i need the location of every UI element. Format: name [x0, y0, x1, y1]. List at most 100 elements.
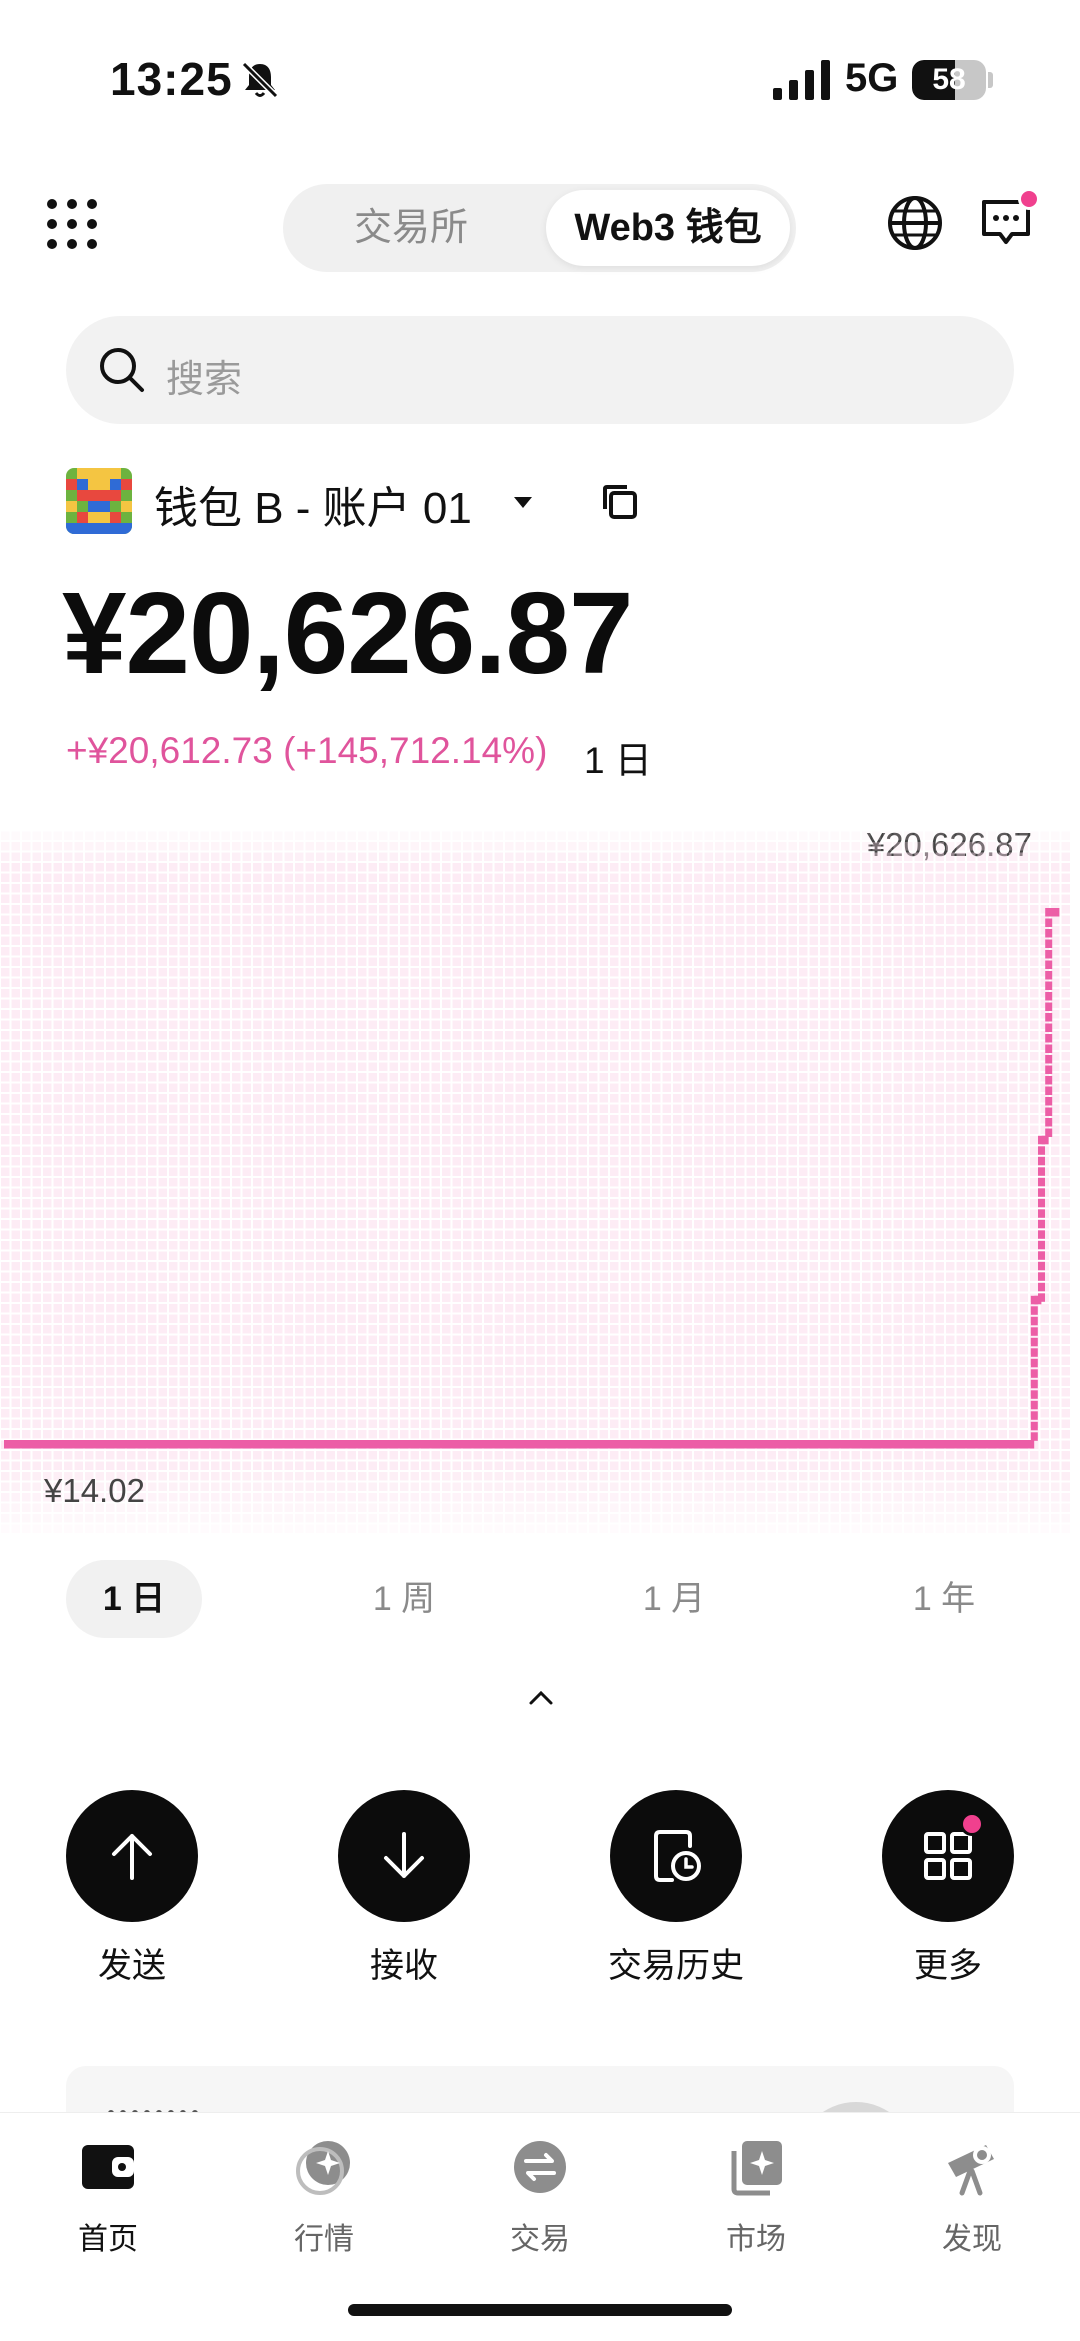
- chart-grid-cell: [95, 1199, 104, 1208]
- chart-grid-cell: [988, 1094, 997, 1103]
- chart-grid-cell: [85, 1062, 94, 1071]
- chart-grid-cell: [977, 1283, 986, 1292]
- chart-grid-cell: [473, 831, 482, 840]
- chart-grid-cell: [484, 1325, 493, 1334]
- chart-grid-cell: [284, 1325, 293, 1334]
- chart-grid-cell: [179, 1010, 188, 1019]
- chart-grid-cell: [1009, 936, 1018, 945]
- chart-grid-cell: [872, 936, 881, 945]
- chart-grid-cell: [956, 989, 965, 998]
- chart-grid-cell: [830, 873, 839, 882]
- chart-grid-cell: [988, 1052, 997, 1061]
- grid-menu-icon[interactable]: [44, 196, 100, 252]
- chart-grid-cell: [725, 1304, 734, 1313]
- globe-icon[interactable]: [886, 194, 944, 252]
- chart-grid-cell: [431, 947, 440, 956]
- chart-grid-cell: [694, 831, 703, 840]
- account-dropdown-icon[interactable]: [512, 494, 534, 510]
- chart-grid-cell: [116, 1062, 125, 1071]
- chart-grid-cell: [169, 1241, 178, 1250]
- tab-web3-wallet[interactable]: Web3 钱包: [546, 190, 790, 266]
- chart-grid-cell: [64, 915, 73, 924]
- chart-grid-cell: [295, 1094, 304, 1103]
- chart-grid-cell: [295, 936, 304, 945]
- chart-grid-cell: [64, 842, 73, 851]
- chart-grid-cell: [589, 852, 598, 861]
- chart-grid-cell: [200, 999, 209, 1008]
- chart-grid-cell: [431, 1199, 440, 1208]
- chart-grid-cell: [274, 852, 283, 861]
- chart-grid-cell: [358, 852, 367, 861]
- chart-grid-cell: [316, 1230, 325, 1239]
- chart-grid-cell: [893, 1104, 902, 1113]
- chart-grid-cell: [557, 1062, 566, 1071]
- chart-grid-cell: [400, 1283, 409, 1292]
- chart-grid-cell: [190, 1188, 199, 1197]
- balance-chart[interactable]: [0, 820, 1080, 1540]
- chart-grid-cell: [505, 1230, 514, 1239]
- chart-grid-cell: [494, 1094, 503, 1103]
- chart-grid-cell: [11, 936, 20, 945]
- chart-grid-cell: [536, 905, 545, 914]
- chart-grid-cell: [32, 863, 41, 872]
- chart-grid-cell: [1051, 957, 1060, 966]
- chart-grid-cell: [830, 852, 839, 861]
- chart-grid-cell: [851, 1052, 860, 1061]
- chart-grid-cell: [95, 1094, 104, 1103]
- chart-grid-cell: [662, 1104, 671, 1113]
- chart-grid-cell: [715, 1304, 724, 1313]
- chart-grid-cell: [400, 1293, 409, 1302]
- chart-grid-cell: [788, 968, 797, 977]
- chart-grid-cell: [652, 1241, 661, 1250]
- chart-grid-cell: [137, 1041, 146, 1050]
- chart-grid-cell: [1, 1241, 10, 1250]
- copy-address-icon[interactable]: [600, 482, 640, 522]
- search-bar[interactable]: 搜索: [66, 316, 1014, 424]
- chart-grid-cell: [158, 894, 167, 903]
- chart-grid-cell: [358, 1083, 367, 1092]
- chart-grid-cell: [53, 1125, 62, 1134]
- chart-grid-cell: [32, 936, 41, 945]
- chart-grid-cell: [410, 1230, 419, 1239]
- chart-grid-cell: [179, 1020, 188, 1029]
- chart-grid-cell: [862, 1304, 871, 1313]
- chart-grid-cell: [368, 1304, 377, 1313]
- chart-grid-cell: [284, 1115, 293, 1124]
- chart-grid-cell: [673, 873, 682, 882]
- chart-grid-cell: [767, 1325, 776, 1334]
- chart-grid-cell: [347, 873, 356, 882]
- chart-grid-cell: [295, 1230, 304, 1239]
- chart-grid-cell: [830, 1136, 839, 1145]
- chart-grid-cell: [400, 894, 409, 903]
- chart-grid-cell: [116, 1230, 125, 1239]
- chart-grid-cell: [610, 1230, 619, 1239]
- chart-grid-cell: [631, 1125, 640, 1134]
- wallet-avatar[interactable]: [66, 468, 132, 534]
- chart-grid-cell: [431, 1335, 440, 1344]
- chart-grid-cell: [274, 1010, 283, 1019]
- chart-grid-cell: [326, 1104, 335, 1113]
- chart-grid-cell: [85, 842, 94, 851]
- chart-grid-cell: [683, 1335, 692, 1344]
- chart-grid-cell: [316, 1094, 325, 1103]
- chart-grid-cell: [494, 978, 503, 987]
- account-name[interactable]: 钱包 B - 账户 01: [154, 472, 472, 536]
- chart-grid-cell: [169, 1325, 178, 1334]
- chart-grid-cell: [1040, 1325, 1049, 1334]
- chart-grid-cell: [862, 1272, 871, 1281]
- chart-grid-cell: [305, 1125, 314, 1134]
- chart-grid-cell: [1009, 1073, 1018, 1082]
- chart-grid-cell: [746, 1073, 755, 1082]
- chart-grid-cell: [557, 1083, 566, 1092]
- chart-grid-cell: [715, 842, 724, 851]
- chart-grid-cell: [935, 1188, 944, 1197]
- chart-grid-cell: [242, 905, 251, 914]
- chart-grid-cell: [883, 1073, 892, 1082]
- chart-grid-cell: [379, 1062, 388, 1071]
- status-time: 13:25: [110, 53, 233, 105]
- chart-grid-cell: [316, 1052, 325, 1061]
- chart-grid-cell: [883, 926, 892, 935]
- chart-grid-cell: [673, 1010, 682, 1019]
- chart-grid-cell: [95, 1178, 104, 1187]
- tab-exchange[interactable]: 交易所: [291, 190, 531, 266]
